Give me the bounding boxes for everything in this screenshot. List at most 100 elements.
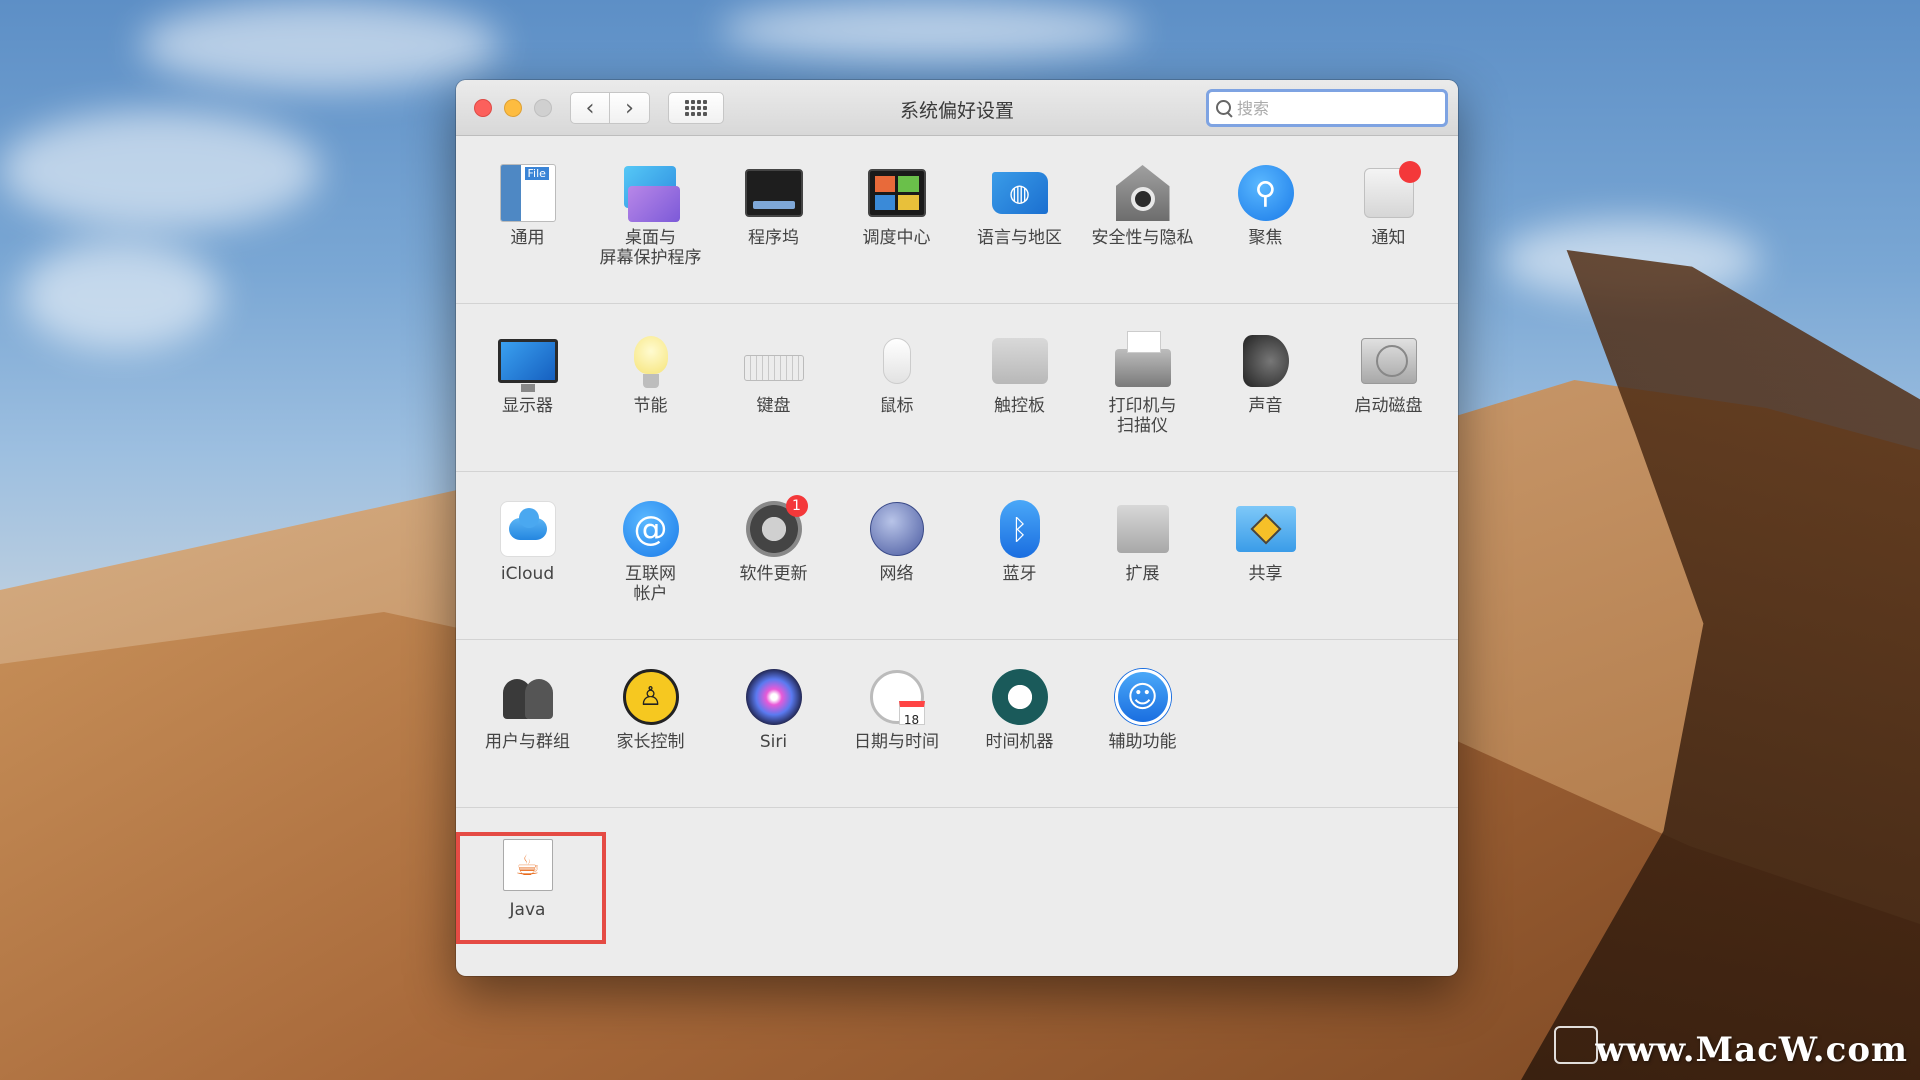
pref-label: 声音 — [1248, 396, 1283, 416]
dock-icon — [743, 162, 805, 224]
pref-label: 辅助功能 — [1108, 732, 1177, 752]
pref-label: 节能 — [633, 396, 668, 416]
pref-desktop-screensaver[interactable]: 桌面与 屏幕保护程序 — [589, 162, 712, 303]
pref-label: 鼠标 — [879, 396, 914, 416]
time-machine-icon — [989, 666, 1051, 728]
pref-section-hardware: 显示器 节能 键盘 鼠标 触控板 打印机与 扫描仪 声音 启动磁盘 — [456, 304, 1458, 472]
pref-label: 键盘 — [756, 396, 791, 416]
title-bar: ‹ › 系统偏好设置 — [456, 80, 1458, 136]
cloud — [140, 0, 500, 90]
pref-bluetooth[interactable]: ᛒ 蓝牙 — [958, 498, 1081, 639]
pref-spotlight[interactable]: ⚲ 聚焦 — [1204, 162, 1327, 303]
pref-users-groups[interactable]: 用户与群组 — [466, 666, 589, 807]
pref-section-other: ☕ Java — [456, 808, 1458, 976]
pref-label: 语言与地区 — [977, 228, 1062, 248]
keyboard-icon — [743, 330, 805, 392]
search-field[interactable] — [1206, 89, 1448, 127]
pref-label: 家长控制 — [616, 732, 685, 752]
energy-saver-icon — [620, 330, 682, 392]
pref-general[interactable]: File 通用 — [466, 162, 589, 303]
pref-startup-disk[interactable]: 启动磁盘 — [1327, 330, 1450, 471]
mission-control-icon — [866, 162, 928, 224]
pref-label: Siri — [759, 732, 788, 752]
pref-icloud[interactable]: iCloud — [466, 498, 589, 639]
sound-icon — [1235, 330, 1297, 392]
spotlight-icon: ⚲ — [1235, 162, 1297, 224]
pref-label: 蓝牙 — [1002, 564, 1037, 584]
language-region-icon: ◍ — [989, 162, 1051, 224]
internet-accounts-icon: @ — [620, 498, 682, 560]
pref-sound[interactable]: 声音 — [1204, 330, 1327, 471]
pref-accessibility[interactable]: ☺ 辅助功能 — [1081, 666, 1204, 807]
pref-sharing[interactable]: 共享 — [1204, 498, 1327, 639]
pref-label: 网络 — [879, 564, 914, 584]
date-time-icon: 18 — [866, 666, 928, 728]
security-privacy-icon — [1112, 162, 1174, 224]
pref-label: 聚焦 — [1248, 228, 1283, 248]
siri-icon — [743, 666, 805, 728]
pref-label: 显示器 — [502, 396, 553, 416]
calendar-day: 18 — [898, 701, 925, 727]
pref-network[interactable]: 网络 — [835, 498, 958, 639]
pref-printers-scanners[interactable]: 打印机与 扫描仪 — [1081, 330, 1204, 471]
pref-trackpad[interactable]: 触控板 — [958, 330, 1081, 471]
cloud — [0, 110, 320, 230]
pref-label: 互联网 帐户 — [625, 564, 676, 604]
pref-section-personal: File 通用 桌面与 屏幕保护程序 程序坞 调度中心 ◍ 语言与地区 安全性与… — [456, 136, 1458, 304]
desktop-screensaver-icon — [620, 162, 682, 224]
search-input[interactable] — [1237, 98, 1437, 118]
pref-label: 触控板 — [994, 396, 1045, 416]
watermark-logo-icon — [1554, 1026, 1598, 1064]
pref-displays[interactable]: 显示器 — [466, 330, 589, 471]
users-groups-icon — [497, 666, 559, 728]
pref-section-system: 用户与群组 ♙ 家长控制 Siri 18 日期与时间 时间机器 ☺ 辅助功能 — [456, 640, 1458, 808]
search-icon — [1215, 99, 1233, 117]
system-preferences-window: ‹ › 系统偏好设置 File 通用 桌面与 屏幕保护程序 — [456, 80, 1458, 976]
pref-label: 安全性与隐私 — [1091, 228, 1194, 248]
pref-notifications[interactable]: 通知 — [1327, 161, 1450, 303]
trackpad-icon — [989, 330, 1051, 392]
notifications-icon — [1358, 161, 1421, 224]
display-icon — [497, 330, 559, 392]
pref-internet-accounts[interactable]: @ 互联网 帐户 — [589, 498, 712, 639]
pref-label: 通知 — [1371, 228, 1406, 248]
cloud — [20, 240, 220, 350]
network-icon — [866, 498, 928, 560]
pref-label: 程序坞 — [748, 228, 799, 248]
pref-label: 扩展 — [1125, 564, 1160, 584]
pref-software-update[interactable]: 1 软件更新 — [712, 495, 835, 639]
software-update-icon: 1 — [743, 495, 808, 560]
pref-label: iCloud — [500, 564, 555, 584]
pref-label: 启动磁盘 — [1354, 396, 1423, 416]
pref-time-machine[interactable]: 时间机器 — [958, 666, 1081, 807]
accessibility-icon: ☺ — [1112, 666, 1174, 728]
printer-icon — [1112, 330, 1174, 392]
pref-mission-control[interactable]: 调度中心 — [835, 162, 958, 303]
pref-label: 日期与时间 — [854, 732, 939, 752]
pref-dock[interactable]: 程序坞 — [712, 162, 835, 303]
sharing-icon — [1235, 498, 1297, 560]
pref-mouse[interactable]: 鼠标 — [835, 330, 958, 471]
watermark: www.MacW.com — [1595, 1030, 1908, 1070]
pref-label: 时间机器 — [985, 732, 1054, 752]
general-icon: File — [497, 162, 559, 224]
pref-label: 用户与群组 — [485, 732, 570, 752]
pref-language-region[interactable]: ◍ 语言与地区 — [958, 162, 1081, 303]
cloud — [720, 0, 1140, 60]
pref-energy-saver[interactable]: 节能 — [589, 330, 712, 471]
pref-extensions[interactable]: 扩展 — [1081, 498, 1204, 639]
pref-label: 通用 — [510, 228, 545, 248]
pref-security-privacy[interactable]: 安全性与隐私 — [1081, 162, 1204, 303]
notification-dot-icon — [1398, 161, 1421, 183]
pref-label: 共享 — [1248, 564, 1283, 584]
pref-keyboard[interactable]: 键盘 — [712, 330, 835, 471]
pref-siri[interactable]: Siri — [712, 666, 835, 807]
pref-label: 软件更新 — [739, 564, 808, 584]
update-badge: 1 — [785, 495, 808, 517]
pref-label: 调度中心 — [862, 228, 931, 248]
extensions-icon — [1112, 498, 1174, 560]
pref-date-time[interactable]: 18 日期与时间 — [835, 666, 958, 807]
pref-parental-controls[interactable]: ♙ 家长控制 — [589, 666, 712, 807]
icloud-icon — [497, 498, 559, 560]
startup-disk-icon — [1358, 330, 1420, 392]
